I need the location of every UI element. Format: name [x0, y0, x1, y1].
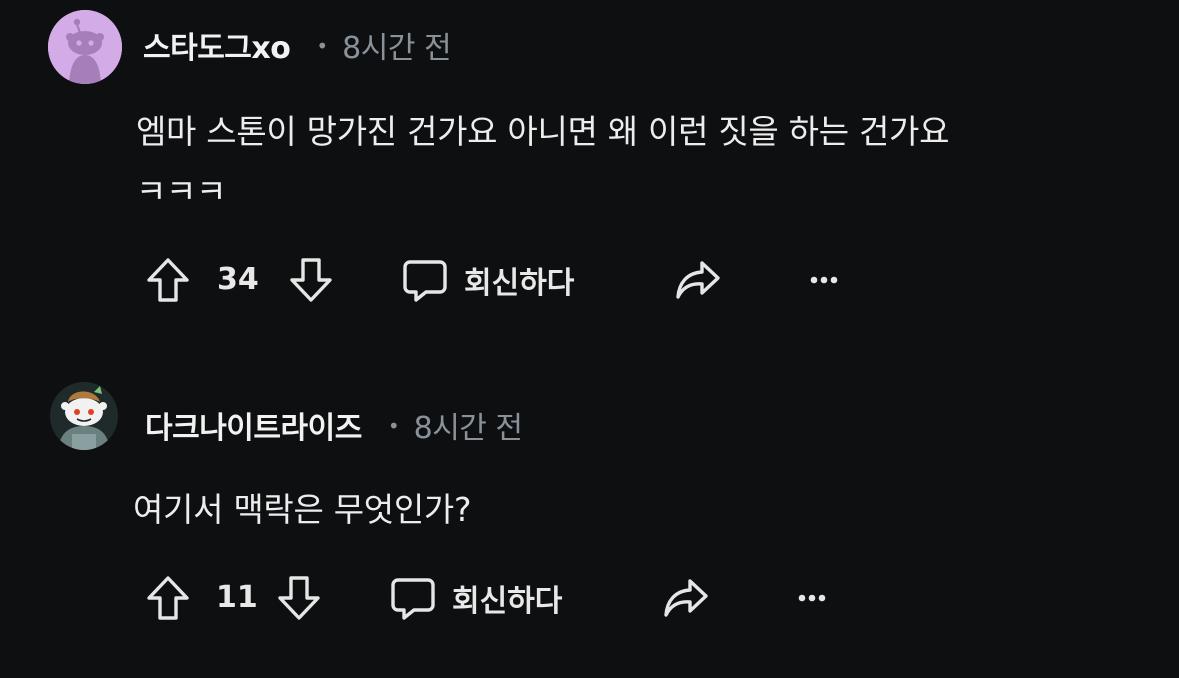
timestamp[interactable]: 8시간 전 [414, 403, 523, 447]
share-button[interactable] [674, 256, 722, 304]
separator-dot: • [387, 414, 400, 438]
username[interactable]: 스타도그xo [143, 23, 291, 67]
reddit-snoo-custom-avatar-icon [50, 382, 118, 450]
timestamp[interactable]: 8시간 전 [342, 23, 451, 67]
reply-label: 회신하다 [464, 266, 575, 301]
speech-bubble-icon [403, 260, 447, 302]
downvote-button[interactable] [275, 574, 323, 622]
separator-dot: • [316, 34, 329, 58]
upvote-button[interactable] [144, 256, 192, 304]
share-arrow-icon [664, 579, 708, 617]
more-options-icon [798, 594, 826, 602]
comment-actions: 11 회신하다 [0, 568, 826, 628]
comment-header: 스타도그xo • 8시간 전 [143, 22, 452, 68]
more-options-icon [810, 276, 838, 284]
reply-label: 회신하다 [452, 584, 563, 619]
comment: 스타도그xo • 8시간 전 엠마 스톤이 망가진 건가요 아니면 왜 이런 짓… [0, 0, 1179, 340]
upvote-button[interactable] [144, 574, 192, 622]
speech-bubble-icon [391, 578, 435, 620]
share-button[interactable] [662, 574, 710, 622]
upvote-arrow-icon [147, 258, 189, 302]
upvote-arrow-icon [147, 576, 189, 620]
comment-body: 여기서 맥락은 무엇인가? [133, 480, 1133, 540]
reddit-snoo-avatar-icon [48, 10, 122, 84]
comment-text-line: ㅋㅋㅋ [136, 172, 227, 211]
user-avatar[interactable] [50, 382, 118, 450]
user-avatar[interactable] [48, 10, 122, 84]
comment-text-line: 엠마 스톤이 망가진 건가요 아니면 왜 이런 짓을 하는 건가요 [136, 112, 950, 151]
downvote-arrow-icon [278, 576, 320, 620]
downvote-button[interactable] [287, 256, 335, 304]
more-options-button[interactable] [788, 574, 836, 622]
username[interactable]: 다크나이트라이즈 [145, 403, 362, 447]
comment-text-line: 여기서 맥락은 무엇인가? [133, 490, 472, 529]
comment-header: 다크나이트라이즈 • 8시간 전 [145, 402, 523, 448]
comment: 다크나이트라이즈 • 8시간 전 여기서 맥락은 무엇인가? 11 회신하다 [0, 340, 1179, 678]
more-options-button[interactable] [800, 256, 848, 304]
reply-button[interactable]: 회신하다 [402, 256, 574, 304]
comment-body: 엠마 스톤이 망가진 건가요 아니면 왜 이런 짓을 하는 건가요 ㅋㅋㅋ [136, 102, 1136, 222]
downvote-arrow-icon [290, 258, 332, 302]
comment-actions: 34 회신하다 [0, 250, 838, 310]
share-arrow-icon [676, 261, 720, 299]
vote-score: 11 [216, 580, 258, 615]
vote-score: 34 [217, 262, 259, 297]
reply-button[interactable]: 회신하다 [390, 574, 562, 622]
